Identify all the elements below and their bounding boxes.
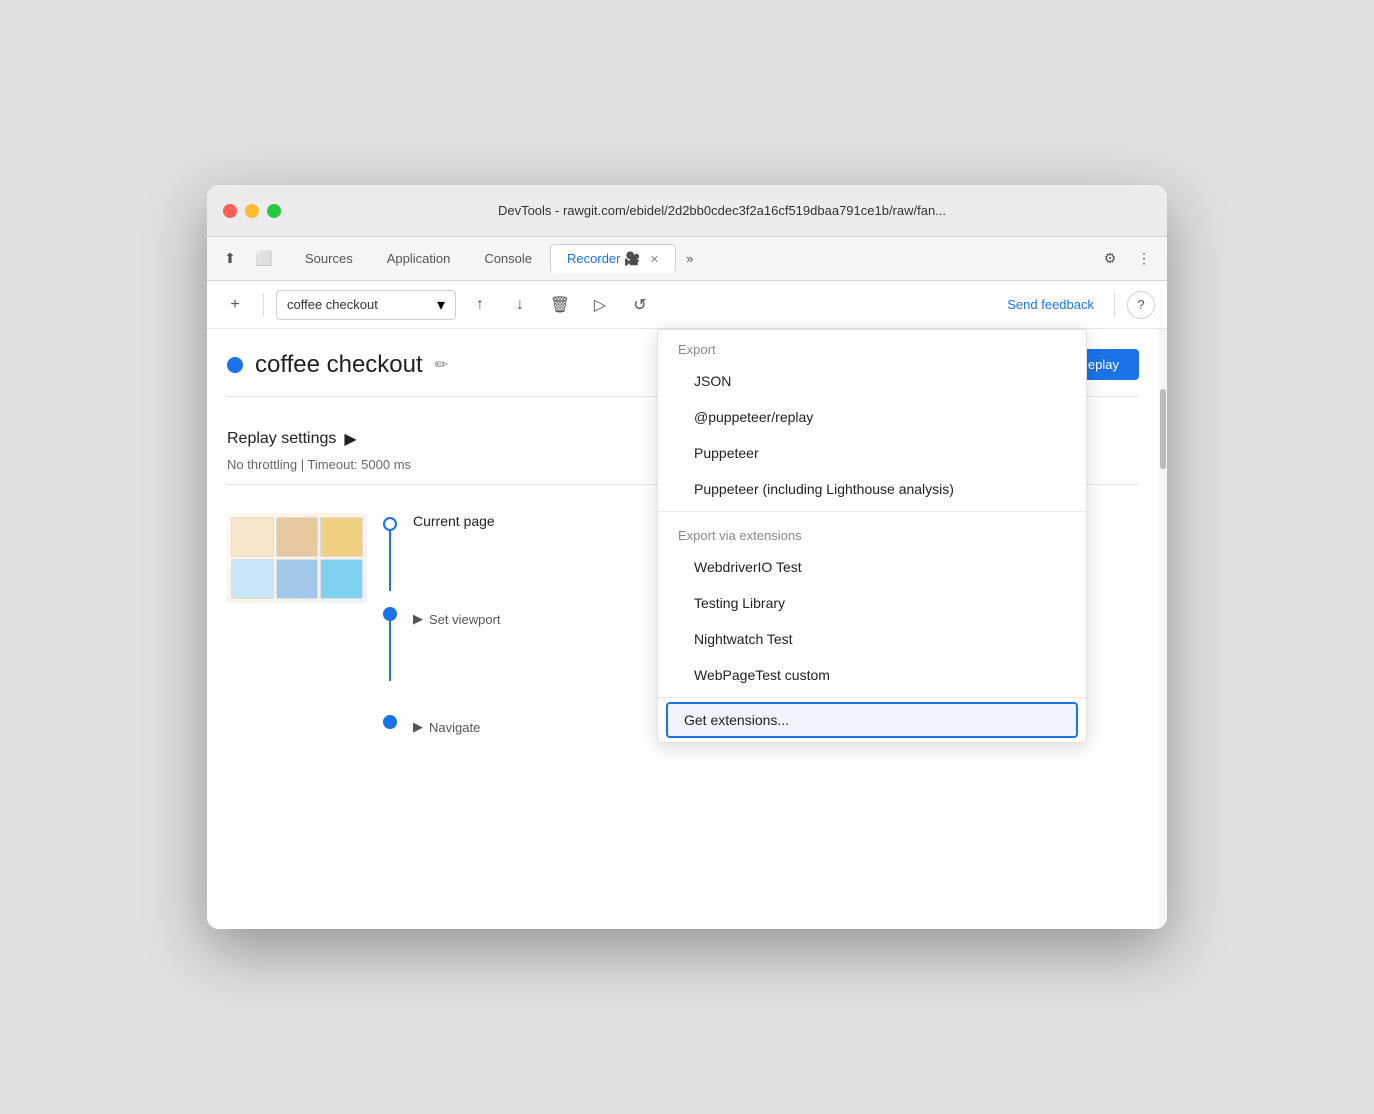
replay-step-button[interactable]: ▷ <box>584 289 616 321</box>
title-bar: DevTools - rawgit.com/ebidel/2d2bb0cdec3… <box>207 185 1167 237</box>
dropdown-item-json[interactable]: JSON <box>658 363 1086 399</box>
window-title: DevTools - rawgit.com/ebidel/2d2bb0cdec3… <box>293 203 1151 218</box>
get-extensions-button[interactable]: Get extensions... <box>666 702 1078 738</box>
step-timeline-2 <box>383 607 397 681</box>
step-timeline-3 <box>383 715 397 729</box>
recording-selector[interactable]: coffee checkout ▾ <box>276 290 456 320</box>
delete-button[interactable]: 🗑 <box>544 289 576 321</box>
timeline-connector-2 <box>389 621 391 681</box>
dropdown-item-nightwatch[interactable]: Nightwatch Test <box>658 621 1086 657</box>
timeline-connector <box>389 531 391 591</box>
close-button[interactable] <box>223 204 237 218</box>
add-recording-button[interactable]: + <box>219 289 251 321</box>
settings-icon[interactable]: ⚙ <box>1095 245 1125 273</box>
dropdown-item-puppeteer-replay[interactable]: @puppeteer/replay <box>658 399 1086 435</box>
main-content: coffee checkout ✏ Replay Replay settings… <box>207 329 1167 929</box>
dropdown-divider-2 <box>658 697 1086 698</box>
tab-close-icon[interactable]: ✕ <box>650 254 659 266</box>
step-thumbnail <box>227 513 367 603</box>
tab-console[interactable]: Console <box>468 245 548 272</box>
tab-sources[interactable]: Sources <box>289 245 369 272</box>
toolbar-divider-2 <box>1114 293 1115 317</box>
timeline-node-3 <box>383 715 397 729</box>
expand-icon: ▶ <box>344 429 356 449</box>
dropdown-item-testing-library[interactable]: Testing Library <box>658 585 1086 621</box>
tab-application[interactable]: Application <box>371 245 467 272</box>
tab-more-icon[interactable]: » <box>678 247 701 270</box>
via-extensions-label: Export via extensions <box>658 516 1086 549</box>
recording-title: coffee checkout <box>255 351 423 379</box>
scrollbar[interactable] <box>1159 329 1167 929</box>
nav-controls: ⬆ ⬜ <box>215 245 279 273</box>
toolbar: + coffee checkout ▾ ↑ ↓ 🗑 ▷ ↺ Send feedb… <box>207 281 1167 329</box>
maximize-button[interactable] <box>267 204 281 218</box>
thumbnail-image <box>227 513 367 603</box>
step-timeline-1 <box>383 513 397 591</box>
cursor-icon[interactable]: ⬆ <box>215 245 245 273</box>
help-button[interactable]: ? <box>1127 291 1155 319</box>
recording-indicator <box>227 357 243 373</box>
minimize-button[interactable] <box>245 204 259 218</box>
timeline-node <box>383 517 397 531</box>
dropdown-item-puppeteer[interactable]: Puppeteer <box>658 435 1086 471</box>
export-section-label: Export <box>658 330 1086 363</box>
timeline-node-2 <box>383 607 397 621</box>
inspect-icon[interactable]: ⬜ <box>249 245 279 273</box>
replay-settings-label: Replay settings <box>227 430 336 448</box>
tab-recorder[interactable]: Recorder 🎥 ✕ <box>550 244 676 273</box>
more-options-icon[interactable]: ⋮ <box>1129 245 1159 273</box>
export-dropdown: Export JSON @puppeteer/replay Puppeteer … <box>657 329 1087 743</box>
import-button[interactable]: ↓ <box>504 289 536 321</box>
tab-bar: ⬆ ⬜ Sources Application Console Recorder… <box>207 237 1167 281</box>
expand-arrow-icon-3: ▶ <box>413 719 423 735</box>
dropdown-divider <box>658 511 1086 512</box>
scrollbar-thumb[interactable] <box>1160 389 1166 469</box>
slow-replay-button[interactable]: ↺ <box>624 289 656 321</box>
recording-name-display: coffee checkout <box>287 297 429 312</box>
export-button[interactable]: ↑ <box>464 289 496 321</box>
expand-arrow-icon: ▶ <box>413 611 423 627</box>
send-feedback-button[interactable]: Send feedback <box>999 293 1102 316</box>
dropdown-item-puppeteer-lighthouse[interactable]: Puppeteer (including Lighthouse analysis… <box>658 471 1086 507</box>
dropdown-item-webpagetest[interactable]: WebPageTest custom <box>658 657 1086 693</box>
toolbar-divider-1 <box>263 293 264 317</box>
settings-controls: ⚙ ⋮ <box>1095 245 1159 273</box>
chevron-down-icon: ▾ <box>437 295 445 315</box>
dropdown-item-webdriverio[interactable]: WebdriverIO Test <box>658 549 1086 585</box>
traffic-lights <box>223 204 281 218</box>
edit-icon[interactable]: ✏ <box>435 355 448 375</box>
devtools-window: DevTools - rawgit.com/ebidel/2d2bb0cdec3… <box>207 185 1167 929</box>
